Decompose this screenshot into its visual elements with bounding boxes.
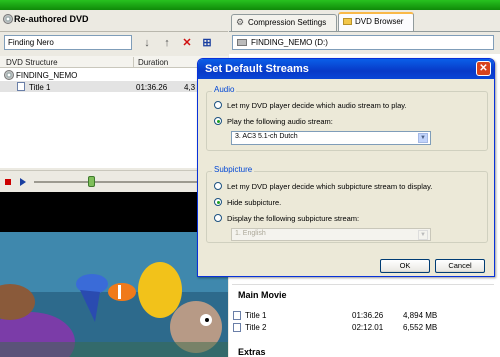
audio-radio-auto[interactable] [214, 101, 222, 109]
app-top-bar [0, 0, 500, 10]
seek-bar[interactable] [34, 181, 204, 183]
ok-button[interactable]: OK [380, 259, 430, 273]
subpicture-option-hide[interactable]: Hide subpicture. [227, 198, 281, 207]
main-movie-duration-2: 02:12.01 [352, 323, 384, 332]
audio-stream-value: 3. AC3 5.1-ch Dutch [235, 133, 298, 140]
tree-root-label[interactable]: FINDING_NEMO [16, 71, 77, 80]
extras-heading: Extras [238, 347, 266, 357]
main-movie-heading: Main Movie [238, 290, 287, 300]
left-pane-title: Re-authored DVD [14, 14, 89, 24]
chevron-down-icon[interactable]: ▼ [418, 133, 428, 143]
dvd-name-input[interactable] [4, 35, 132, 50]
main-movie-title-2[interactable]: Title 2 [245, 323, 267, 332]
drive-path-text: FINDING_NEMO (D:) [251, 38, 328, 47]
tab-compression-settings[interactable]: ⚙ Compression Settings [231, 14, 337, 31]
tab-label: DVD Browser [355, 17, 404, 26]
drive-icon [237, 39, 247, 46]
settings-streams-icon[interactable]: ⊞ [200, 36, 214, 50]
seek-thumb[interactable] [88, 176, 95, 187]
main-movie-size-1: 4,894 MB [403, 311, 438, 320]
section-divider [232, 284, 494, 285]
column-duration[interactable]: Duration [138, 58, 168, 67]
subpicture-radio-hide[interactable] [214, 198, 222, 206]
delete-icon[interactable]: ✕ [180, 36, 194, 50]
title-file-icon [233, 323, 241, 332]
subpicture-stream-value: 1. English [235, 230, 266, 237]
dialog-title: Set Default Streams [205, 63, 309, 75]
tree-child-size: 4,3 [184, 83, 196, 92]
audio-stream-select[interactable]: 3. AC3 5.1-ch Dutch [231, 131, 431, 145]
subpicture-legend: Subpicture [212, 165, 255, 174]
title-file-icon [233, 311, 241, 320]
chevron-down-icon[interactable]: ▼ [418, 230, 428, 240]
tab-label: Compression Settings [248, 18, 327, 27]
audio-option-auto[interactable]: Let my DVD player decide which audio str… [227, 101, 407, 110]
main-movie-title-1[interactable]: Title 1 [245, 311, 267, 320]
subpicture-radio-specific[interactable] [214, 214, 222, 222]
stop-icon[interactable] [5, 179, 11, 185]
move-up-icon[interactable]: ↑ [160, 36, 174, 50]
disc-icon [4, 70, 14, 80]
set-default-streams-dialog: Set Default Streams ✕ Audio Let my DVD p… [197, 58, 495, 277]
cancel-button[interactable]: Cancel [435, 259, 485, 273]
tree-child-duration: 01:36.26 [136, 83, 168, 92]
subpicture-option-auto[interactable]: Let my DVD player decide which subpictur… [227, 182, 432, 191]
audio-option-specific[interactable]: Play the following audio stream: [227, 117, 333, 126]
audio-radio-specific[interactable] [214, 117, 222, 125]
column-divider[interactable] [133, 57, 134, 67]
folder-icon [343, 18, 352, 25]
column-dvd-structure[interactable]: DVD Structure [6, 58, 58, 67]
main-movie-size-2: 6,552 MB [403, 323, 438, 332]
main-movie-duration-1: 01:36.26 [352, 311, 384, 320]
drive-path-field[interactable]: FINDING_NEMO (D:) [232, 35, 494, 50]
audio-legend: Audio [212, 85, 237, 94]
gear-icon: ⚙ [236, 17, 245, 27]
video-frame-image [0, 192, 228, 357]
play-icon[interactable] [20, 178, 26, 186]
video-preview [0, 192, 228, 357]
title-file-icon [17, 82, 25, 91]
subpicture-radio-auto[interactable] [214, 182, 222, 190]
subpicture-stream-select[interactable]: 1. English [231, 228, 431, 241]
tree-child-label[interactable]: Title 1 [29, 83, 51, 92]
tab-dvd-browser[interactable]: DVD Browser [338, 12, 414, 31]
close-button[interactable]: ✕ [476, 61, 491, 76]
subpicture-option-specific[interactable]: Display the following subpicture stream: [227, 214, 359, 223]
move-down-icon[interactable]: ↓ [140, 36, 154, 50]
dvd-disc-icon [3, 14, 13, 24]
